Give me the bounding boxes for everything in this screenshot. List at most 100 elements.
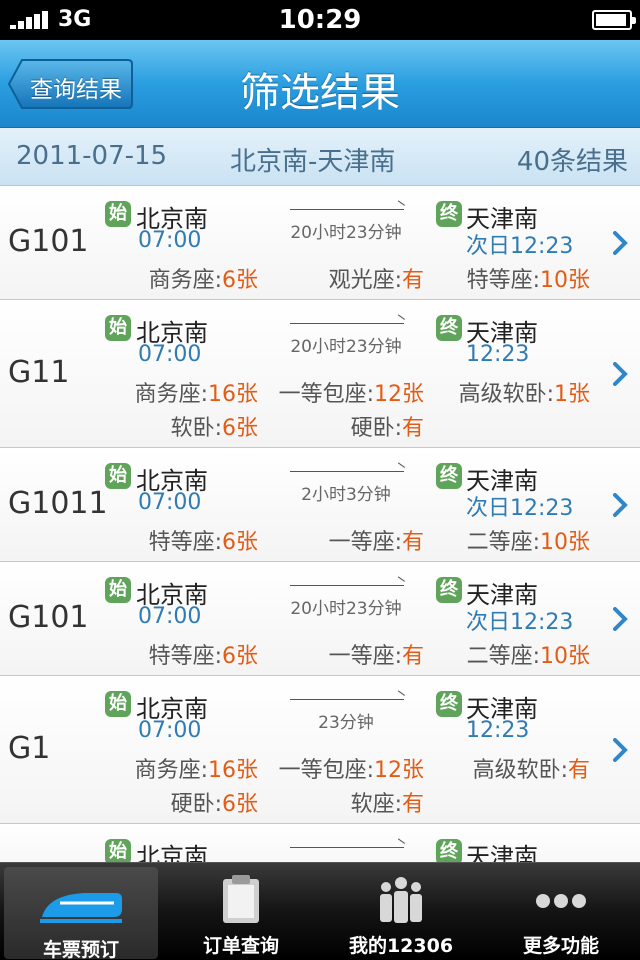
seat-type-label: 一等包座: [278, 382, 374, 407]
tab-people[interactable]: 我的12306 [324, 863, 478, 960]
result-count: 40条结果 [516, 147, 628, 177]
route-label: 北京南-天津南 [230, 147, 396, 177]
train-row[interactable]: G1011 始北京南 07:00 2小时3分钟终天津南 次日12:23 特等座:6张 一等座… [0, 448, 640, 562]
departure-time: 07:00 [138, 342, 202, 367]
seat-count: 有 [567, 758, 590, 783]
seat-count: 有 [401, 792, 424, 817]
seat-type-label: 高级软卧: [472, 758, 568, 783]
seat-availability: 硬卧:6张 [171, 786, 258, 818]
seat-count: 16张 [208, 382, 258, 407]
arrival-time: 次日12:23 [466, 610, 574, 635]
seat-availability: 软卧:6张 [171, 410, 258, 442]
duration-arrow [290, 209, 404, 210]
start-station-badge: 始 [105, 577, 131, 603]
seat-availability: 观光座:有 [329, 262, 424, 294]
seat-type-label: 高级软卧: [458, 382, 554, 407]
navigation-bar: 查询结果 筛选结果 [0, 40, 640, 128]
seat-availability: 商务座:16张 [135, 752, 258, 784]
seat-availability: 商务座:16张 [135, 376, 258, 408]
train-number: G101 [8, 224, 89, 259]
start-station-badge: 始 [105, 463, 131, 489]
train-number: G1 [8, 731, 51, 766]
tab-train[interactable]: 车票预订 [4, 867, 158, 960]
seat-availability: 特等座:6张 [149, 524, 258, 556]
tab-clipboard[interactable]: 订单查询 [164, 863, 318, 960]
seat-availability: 高级软卧:1张 [459, 376, 590, 408]
departure-time: 07:00 [138, 490, 202, 515]
train-row[interactable]: G101 始北京南 07:00 20小时23分钟终天津南 次日12:23 特等座:6张 一等… [0, 562, 640, 676]
seat-type-label: 特等座: [466, 268, 540, 293]
seat-type-label: 二等座: [466, 644, 540, 669]
duration-arrow [290, 847, 404, 848]
duration-arrow [290, 471, 404, 472]
clipboard-icon [164, 873, 318, 927]
end-station-badge: 终 [436, 691, 462, 717]
seat-availability: 硬卧:有 [351, 410, 424, 442]
tab-label: 我的12306 [348, 935, 454, 957]
duration-arrow [290, 585, 404, 586]
seat-type-label: 商务座: [134, 758, 208, 783]
seat-type-label: 一等座: [328, 644, 402, 669]
seat-type-label: 硬卧: [170, 792, 222, 817]
seat-count: 有 [401, 530, 424, 555]
seat-count: 有 [401, 644, 424, 669]
travel-duration: 23分钟 [318, 713, 374, 733]
departure-station: 北京南 [136, 843, 208, 862]
arrival-time: 12:23 [466, 342, 530, 367]
seat-type-label: 二等座: [466, 530, 540, 555]
seat-availability: 一等座:有 [329, 524, 424, 556]
travel-date: 2011-07-15 [16, 141, 168, 171]
seat-availability: 软座:有 [351, 786, 424, 818]
seat-type-label: 软卧: [170, 416, 222, 441]
seat-count: 6张 [222, 792, 258, 817]
travel-duration: 2小时3分钟 [301, 485, 391, 505]
seat-count: 6张 [222, 530, 258, 555]
arrival-station: 天津南 [466, 843, 538, 862]
train-number: G101 [8, 600, 89, 635]
tab-label: 车票预订 [42, 939, 119, 960]
arrival-time: 12:23 [466, 718, 530, 743]
chevron-right-icon[interactable] [612, 231, 628, 255]
status-bar: 3G 10:29 [0, 0, 640, 40]
seat-count: 6张 [222, 644, 258, 669]
seat-type-label: 特等座: [148, 644, 222, 669]
arrival-time: 次日12:23 [466, 496, 574, 521]
train-row[interactable]: G101 始北京南 07:00 20小时23分钟终天津南 次日12:23 商务座:6张 观光… [0, 186, 640, 300]
chevron-right-icon[interactable] [612, 362, 628, 386]
seat-type-label: 商务座: [148, 268, 222, 293]
chevron-right-icon[interactable] [612, 607, 628, 631]
train-icon [4, 877, 158, 931]
seat-availability: 一等包座:12张 [279, 752, 424, 784]
start-station-badge: 始 [105, 201, 131, 227]
seat-type-label: 软座: [350, 792, 402, 817]
seat-type-label: 观光座: [328, 268, 402, 293]
chevron-right-icon[interactable] [612, 493, 628, 517]
train-row[interactable]: G11 始北京南 07:00 20小时23分钟终天津南 12:23 商务座:16张 一等包座… [0, 300, 640, 448]
train-row[interactable]: G1 始北京南 07:00 23分钟终天津南 12:23 商务座:16张 一等包座:12张高… [0, 676, 640, 824]
seat-count: 1张 [554, 382, 590, 407]
seat-availability: 特等座:6张 [149, 638, 258, 670]
chevron-right-icon[interactable] [612, 738, 628, 762]
train-row[interactable]: 始北京南 终天津南 [0, 824, 640, 862]
seat-type-label: 一等包座: [278, 758, 374, 783]
seat-count: 6张 [222, 268, 258, 293]
seat-availability: 二等座:10张 [467, 638, 590, 670]
tab-bar: 车票预订 订单查询 我的12306 更多功能 [0, 862, 640, 960]
seat-count: 10张 [540, 530, 590, 555]
people-icon [324, 873, 478, 927]
end-station-badge: 终 [436, 315, 462, 341]
tab-label: 订单查询 [202, 935, 279, 957]
seat-count: 12张 [374, 758, 424, 783]
train-list[interactable]: G101 始北京南 07:00 20小时23分钟终天津南 次日12:23 商务座:6张 观光… [0, 186, 640, 862]
tab-more-dots[interactable]: 更多功能 [484, 863, 638, 960]
end-station-badge: 终 [436, 463, 462, 489]
seat-type-label: 一等座: [328, 530, 402, 555]
seat-type-label: 硬卧: [350, 416, 402, 441]
search-summary-bar: 2011-07-15 北京南-天津南 40条结果 [0, 128, 640, 186]
arrival-time: 次日12:23 [466, 234, 574, 259]
travel-duration: 20小时23分钟 [290, 599, 402, 619]
duration-arrow [290, 699, 404, 700]
end-station-badge: 终 [436, 201, 462, 227]
seat-count: 16张 [208, 758, 258, 783]
seat-availability: 商务座:6张 [149, 262, 258, 294]
